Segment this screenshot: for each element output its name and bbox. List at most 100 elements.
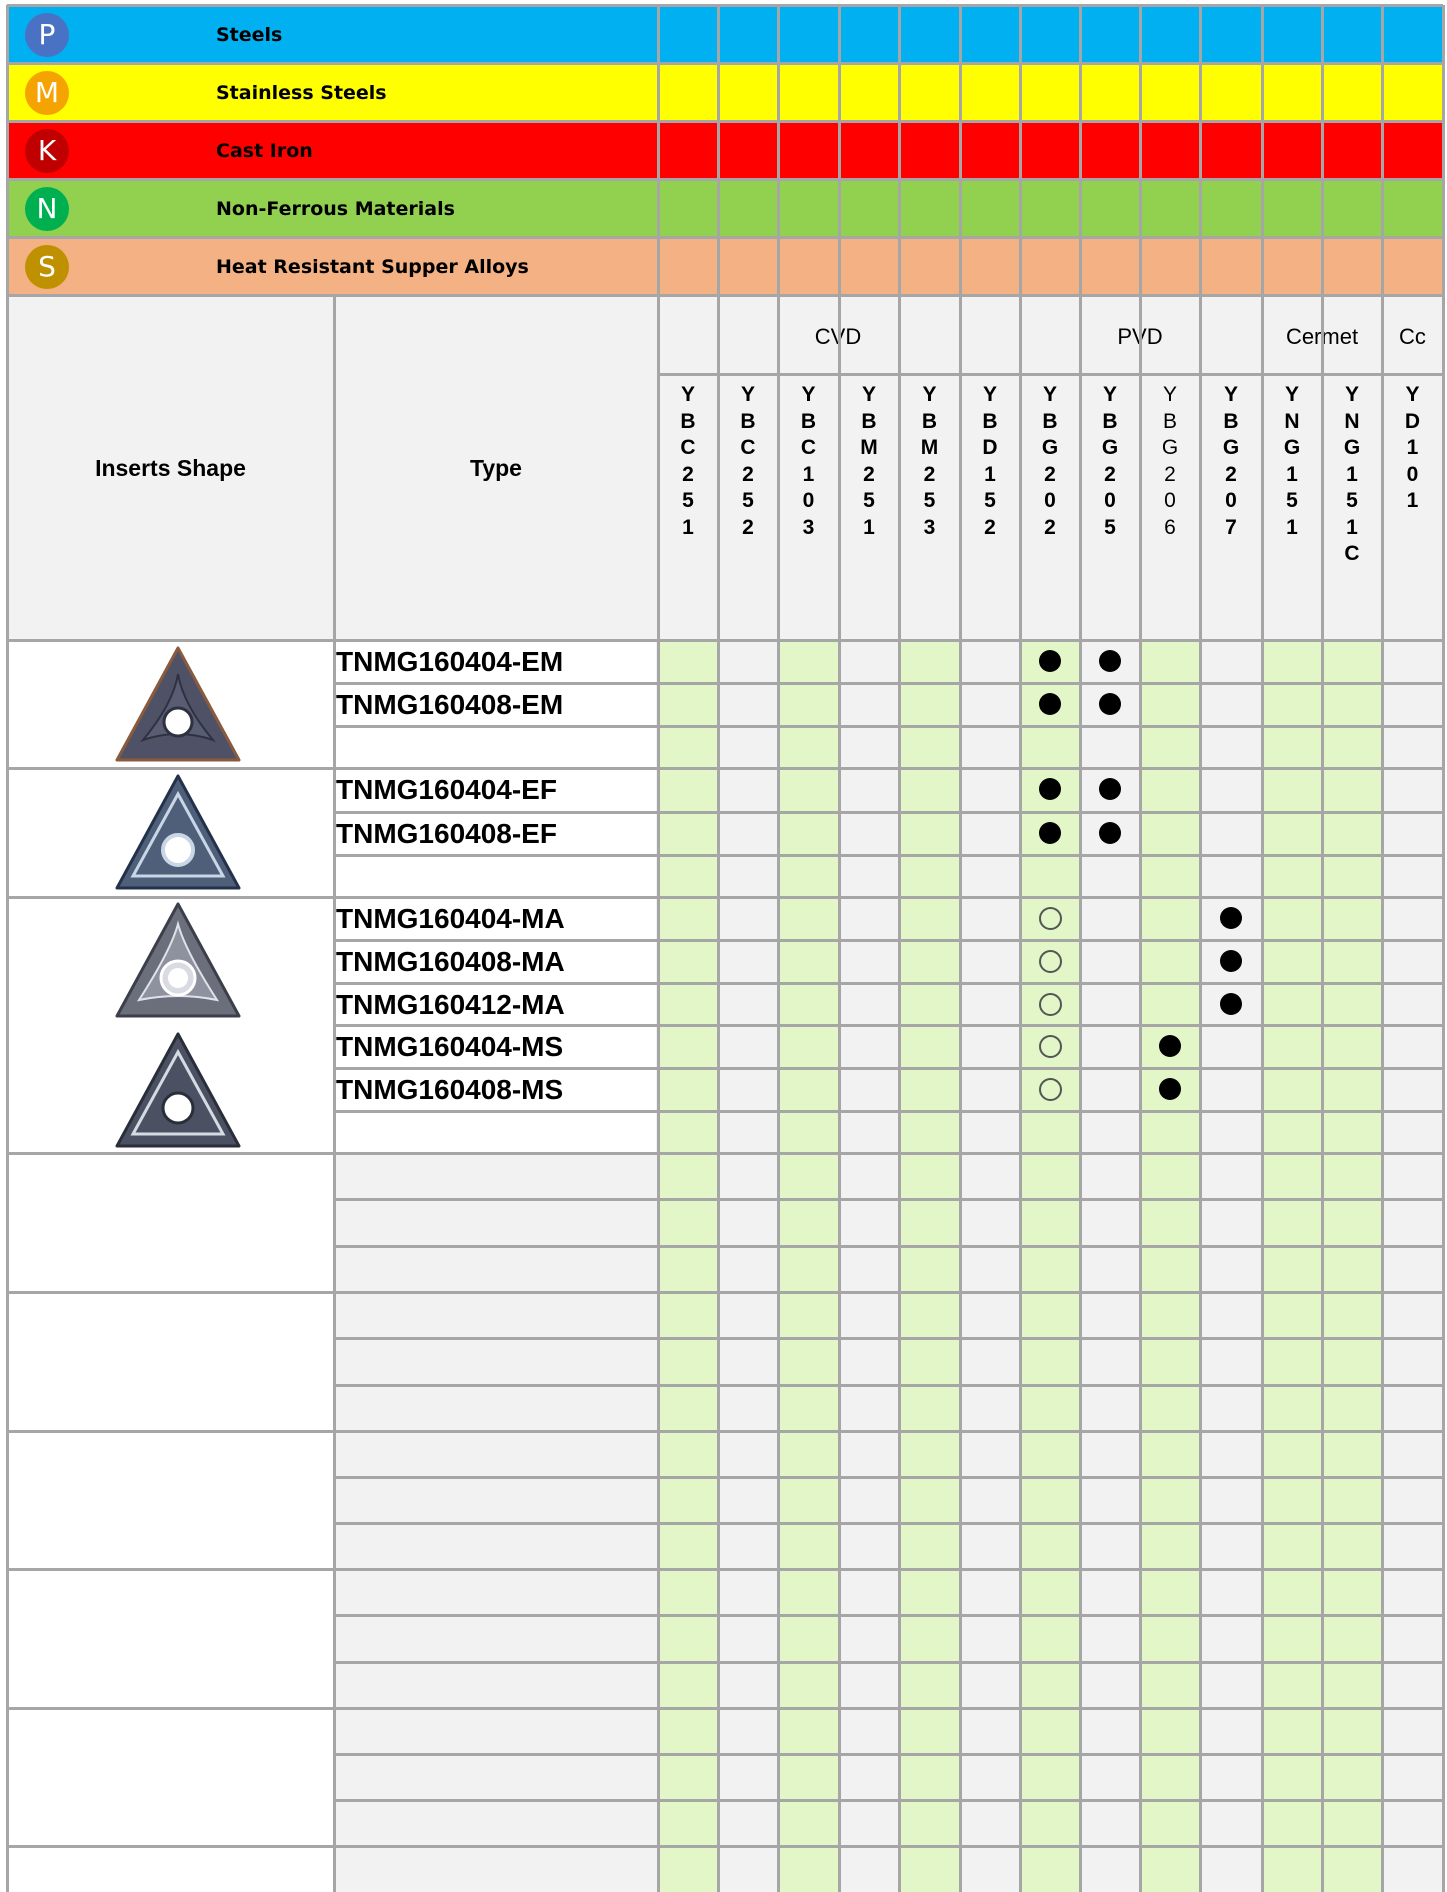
grade-header: Y D 1 0 1 — [1404, 383, 1421, 512]
filled-dot-icon — [1217, 902, 1245, 929]
insert-ma-icon — [115, 902, 241, 1018]
grid-vline — [1139, 5, 1142, 1892]
grade-header: Y B C 2 5 1 — [680, 383, 696, 539]
grade-header: Y B M 2 5 1 — [860, 383, 878, 539]
grade-column-bg — [658, 640, 718, 1892]
grid-vline — [657, 5, 660, 1892]
type-header: Type — [470, 455, 522, 481]
insert-ms-icon — [115, 1032, 241, 1148]
insert-type-cell: TNMG160408-EM — [336, 689, 564, 720]
grid-vline — [6, 5, 9, 1892]
grade-header: Y B M 2 5 3 — [920, 383, 939, 539]
grid-hline — [334, 1067, 1443, 1070]
grid-vline — [1019, 5, 1022, 1892]
grid-vline — [1079, 5, 1082, 1892]
grid-vline — [959, 5, 962, 1892]
filled-dot-icon — [1096, 773, 1124, 800]
insert-type-cell: TNMG160412-MA — [336, 989, 565, 1020]
grid-hline — [7, 294, 1443, 297]
grid-hline — [7, 1291, 1443, 1294]
filled-dot-icon — [1036, 773, 1064, 800]
grid-vline — [1199, 5, 1202, 1892]
grid-hline — [7, 896, 1443, 899]
filled-dot-icon — [1036, 688, 1064, 715]
grid-hline — [334, 1476, 1443, 1479]
grade-header: Y B G 2 0 7 — [1222, 383, 1240, 539]
grid-hline — [334, 682, 1443, 685]
grid-vline — [898, 5, 901, 1892]
grade-column-bg — [1322, 640, 1382, 1892]
insert-type-cell: TNMG160404-EF — [336, 774, 557, 805]
grid-vline — [1261, 5, 1264, 1892]
material-label: Steels — [216, 24, 283, 46]
material-badge-icon: K — [25, 129, 69, 173]
grid-hline — [7, 767, 1443, 770]
material-badge-icon: P — [25, 13, 69, 57]
grid-vline — [1442, 5, 1445, 1892]
grid-hline — [334, 1661, 1443, 1664]
grid-hline — [334, 1799, 1443, 1802]
insert-type-cell: TNMG160408-EF — [336, 818, 557, 849]
grade-header: Y B C 2 5 2 — [740, 383, 756, 539]
filled-dot-icon — [1156, 1030, 1184, 1057]
grid-hline — [334, 1614, 1443, 1617]
grid-hline — [334, 811, 1443, 814]
grid-hline — [7, 1707, 1443, 1710]
grid-hline — [334, 1753, 1443, 1756]
material-badge-icon: M — [25, 71, 69, 115]
group-cc-header: Cc — [1399, 324, 1426, 349]
filled-dot-icon — [1036, 817, 1064, 844]
grade-column-bg — [778, 640, 839, 1892]
grade-header: Y B G 2 0 2 — [1041, 383, 1059, 539]
grid-hline — [334, 982, 1443, 985]
insert-type-cell: TNMG160408-MA — [336, 946, 565, 977]
grid-hline — [7, 4, 1443, 7]
grade-header: Y B C 1 0 3 — [800, 383, 817, 539]
grade-header: Y B G 2 0 5 — [1101, 383, 1119, 539]
grade-column-bg — [1262, 640, 1322, 1892]
grade-selection-table: P Steels M Stainless Steels K Cast Iron N Non-F… — [0, 0, 1447, 1892]
grid-vline — [838, 5, 841, 1892]
grid-vline — [777, 5, 780, 1892]
grid-vline — [717, 5, 720, 1892]
insert-em-icon — [115, 646, 241, 762]
grade-header: Y N G 1 5 1 — [1283, 383, 1301, 539]
filled-dot-icon — [1217, 945, 1245, 972]
grid-hline — [7, 120, 1443, 123]
filled-dot-icon — [1036, 645, 1064, 672]
grid-hline — [7, 639, 1443, 642]
grade-header: Y B D 1 5 2 — [982, 383, 998, 539]
grade-header: Y B G 2 0 6 — [1161, 383, 1179, 539]
grade-column-bg — [899, 640, 960, 1892]
insert-type-cell: TNMG160404-EM — [336, 646, 564, 677]
filled-dot-icon — [1217, 988, 1245, 1015]
grid-vline — [1381, 5, 1384, 1892]
grid-hline — [334, 1198, 1443, 1201]
filled-dot-icon — [1156, 1073, 1184, 1100]
filled-dot-icon — [1096, 645, 1124, 672]
filled-dot-icon — [1096, 817, 1124, 844]
material-badge-icon: N — [25, 187, 69, 231]
grid-hline — [334, 1110, 1443, 1113]
open-circle-icon — [1036, 902, 1064, 930]
insert-ef-icon — [115, 774, 241, 890]
material-label: Cast Iron — [216, 140, 313, 162]
grid-hline — [7, 236, 1443, 239]
insert-type-cell: TNMG160404-MA — [336, 903, 565, 934]
grid-hline — [7, 1152, 1443, 1155]
open-circle-icon — [1036, 945, 1064, 973]
material-label: Stainless Steels — [216, 82, 387, 104]
material-badge-icon: S — [25, 245, 69, 289]
grade-column-bg — [1140, 640, 1200, 1892]
grid-hline — [334, 939, 1443, 942]
insert-type-cell: TNMG160404-MS — [336, 1031, 564, 1062]
grid-hline — [7, 1845, 1443, 1848]
grid-vline — [1321, 5, 1324, 1892]
grid-hline — [334, 725, 1443, 728]
grid-hline — [334, 1024, 1443, 1027]
inserts-shape-header: Inserts Shape — [95, 455, 246, 481]
grid-hline — [334, 1245, 1443, 1248]
grid-hline — [334, 1337, 1443, 1340]
open-circle-icon — [1036, 988, 1064, 1016]
grid-hline — [334, 1522, 1443, 1525]
